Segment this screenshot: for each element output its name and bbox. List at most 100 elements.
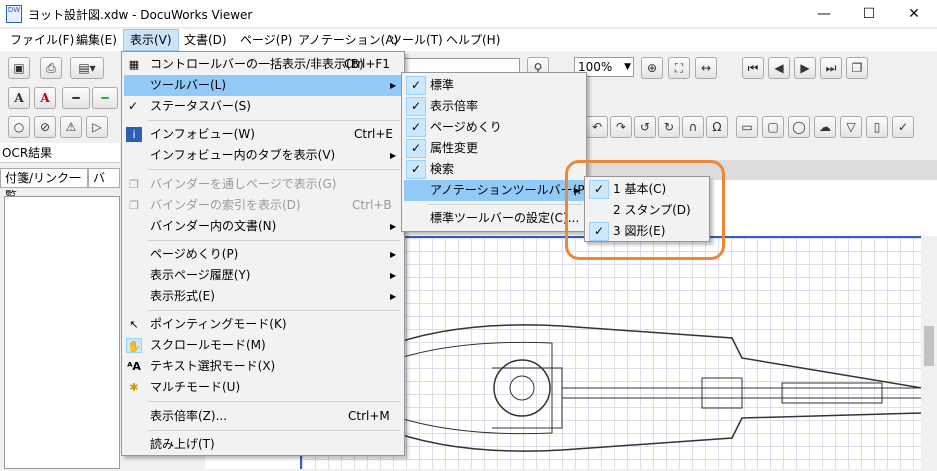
zoom-in-icon[interactable]: ⊕ bbox=[641, 57, 663, 79]
fit-page-icon[interactable]: ⛶ bbox=[668, 57, 690, 79]
u-turn-icon[interactable]: ↺ bbox=[634, 116, 656, 138]
menu-item-infoview[interactable]: i インフォビュー(W) Ctrl+E bbox=[124, 124, 402, 145]
menu-help[interactable]: ヘルプ(H) bbox=[440, 29, 506, 51]
menu-item-binder-pages[interactable]: ❒ バインダーを通しページで表示(G) bbox=[124, 174, 402, 195]
text-select-icon: ᴬA bbox=[127, 360, 141, 373]
tab-binder[interactable]: バイン bbox=[88, 168, 120, 188]
menu-separator bbox=[148, 240, 400, 241]
submenu-arrow-icon: ▶ bbox=[390, 292, 397, 301]
callout-rect-icon[interactable]: ▭ bbox=[736, 116, 758, 138]
menu-page[interactable]: ページ(P) bbox=[234, 29, 298, 51]
callout-cloud-icon[interactable]: ☁ bbox=[814, 116, 836, 138]
check-icon: ✓ bbox=[406, 97, 426, 116]
submenu-arrow-icon: ▶ bbox=[390, 271, 397, 280]
scrollbar-thumb[interactable] bbox=[924, 326, 934, 366]
menu-file[interactable]: ファイル(F) bbox=[4, 29, 80, 51]
line-style-icon[interactable]: ━ bbox=[62, 87, 90, 109]
title-bar: DW ヨット設計図.xdw - DocuWorks Viewer — ☐ ✕ bbox=[0, 0, 937, 28]
menu-separator bbox=[148, 430, 400, 431]
arch-icon[interactable]: ∩ bbox=[682, 116, 704, 138]
menu-item-control-bar[interactable]: ▦ コントロールバーの一括表示/非表示(B) Ctrl+F1 bbox=[124, 54, 402, 75]
check-icon: ✓ bbox=[406, 139, 426, 158]
curve-arrow-icon[interactable]: ↶ bbox=[586, 116, 608, 138]
copy-page-icon[interactable]: ❐ bbox=[846, 57, 868, 79]
warning-icon[interactable]: ⚠ bbox=[60, 116, 82, 138]
maximize-button[interactable]: ☐ bbox=[846, 0, 892, 28]
save-icon[interactable]: ▣ bbox=[8, 57, 30, 79]
menu-item-pointing-mode[interactable]: ↖ ポインティングモード(K) bbox=[124, 314, 402, 335]
page-icon[interactable]: ▤▾ bbox=[70, 57, 104, 79]
menu-separator bbox=[148, 310, 400, 311]
submenu-item-annotation-toolbar[interactable]: アノテーションツールバー(P) ▶ bbox=[404, 180, 589, 201]
menu-item-infoview-tabs[interactable]: インフォビュー内のタブを表示(V) ▶ bbox=[124, 145, 402, 166]
menu-item-zoom[interactable]: 表示倍率(Z)... Ctrl+M bbox=[124, 406, 402, 427]
app-icon: DW bbox=[6, 5, 22, 23]
menu-document[interactable]: 文書(D) bbox=[178, 29, 233, 51]
pane-title: OCR結果 bbox=[0, 143, 120, 163]
curve-arrow-right-icon[interactable]: ↷ bbox=[610, 116, 632, 138]
submenu-arrow-icon: ▶ bbox=[390, 250, 397, 259]
check-icon: ✓ bbox=[128, 99, 139, 113]
pane-list[interactable] bbox=[4, 196, 120, 469]
submenu-item-attribute[interactable]: ✓ 属性変更 bbox=[404, 138, 584, 159]
menu-item-binder-index[interactable]: ❒ バインダーの索引を表示(D) Ctrl+B bbox=[124, 195, 402, 216]
submenu-item-search[interactable]: ✓ 検索 bbox=[404, 159, 584, 180]
callout-down-icon[interactable]: ▽ bbox=[840, 116, 862, 138]
attribute-toolbar: A A ━ ━ bbox=[0, 84, 120, 114]
pointer-icon: ↖ bbox=[129, 318, 139, 331]
menu-item-text-select-mode[interactable]: ᴬA テキスト選択モード(X) bbox=[124, 356, 402, 377]
text-color-black-icon[interactable]: A bbox=[8, 87, 30, 109]
no-icon[interactable]: ⊘ bbox=[34, 116, 56, 138]
check-icon: ✓ bbox=[406, 160, 426, 179]
next-page-icon[interactable]: ▶ bbox=[794, 57, 816, 79]
u-turn-right-icon[interactable]: ↻ bbox=[658, 116, 680, 138]
menu-item-status-bar[interactable]: ✓ ステータスバー(S) bbox=[124, 96, 402, 117]
callout-round-icon[interactable]: ▢ bbox=[762, 116, 784, 138]
fit-width-icon[interactable]: ↔ bbox=[695, 57, 717, 79]
minimize-button[interactable]: — bbox=[801, 0, 847, 28]
submenu-item-zoom[interactable]: ✓ 表示倍率 bbox=[404, 96, 584, 117]
menu-separator bbox=[148, 169, 400, 170]
menu-item-page-history[interactable]: 表示ページ履歴(Y) ▶ bbox=[124, 265, 402, 286]
hand-icon: ✋ bbox=[126, 338, 142, 353]
circle-icon[interactable]: ○ bbox=[8, 116, 30, 138]
menu-item-multi-mode[interactable]: ✱ マルチモード(U) bbox=[124, 377, 402, 398]
menu-item-read-aloud[interactable]: 読み上げ(T) bbox=[124, 434, 402, 455]
highlight-callout bbox=[565, 160, 725, 260]
chevron-down-icon: ▼ bbox=[624, 62, 631, 72]
binder-pages-icon: ❒ bbox=[129, 178, 139, 191]
callout-oval-icon[interactable]: ◯ bbox=[788, 116, 810, 138]
submenu-arrow-icon: ▶ bbox=[390, 151, 397, 160]
binder-index-icon: ❒ bbox=[129, 199, 139, 212]
submenu-item-standard[interactable]: ✓ 標準 bbox=[404, 75, 584, 96]
multi-mode-icon: ✱ bbox=[129, 381, 139, 394]
submenu-item-toolbar-settings[interactable]: 標準ツールバーの設定(C)... bbox=[404, 208, 584, 229]
submenu-arrow-icon: ▶ bbox=[390, 222, 397, 231]
check-icon: ✓ bbox=[406, 118, 426, 137]
last-page-icon[interactable]: ⏭ bbox=[820, 57, 842, 79]
menu-item-page-turn[interactable]: ページめくり(P) ▶ bbox=[124, 244, 402, 265]
checkmark-icon[interactable]: ✓ bbox=[892, 116, 914, 138]
menu-bar: ファイル(F) 編集(E) 表示(V) 文書(D) ページ(P) アノテーション… bbox=[0, 29, 937, 51]
tab-annotation-list[interactable]: 付箋/リンク一覧 bbox=[0, 168, 88, 203]
menu-item-binder-docs[interactable]: バインダー内の文書(N) ▶ bbox=[124, 216, 402, 237]
print-icon[interactable]: ⎙ bbox=[40, 57, 62, 79]
note-icon[interactable]: ▯ bbox=[866, 116, 888, 138]
submenu-item-page-turn[interactable]: ✓ ページめくり bbox=[404, 117, 584, 138]
menu-item-scroll-mode[interactable]: ✋ スクロールモード(M) bbox=[124, 335, 402, 356]
vertical-scrollbar[interactable] bbox=[921, 236, 937, 469]
arch-loop-icon[interactable]: Ω bbox=[706, 116, 728, 138]
menu-item-toolbar[interactable]: ツールバー(L) ▶ bbox=[124, 75, 402, 96]
infoview-icon: i bbox=[126, 127, 142, 142]
menu-tools[interactable]: ツール(T) bbox=[384, 29, 449, 51]
line-color-icon[interactable]: ━ bbox=[92, 87, 118, 109]
first-page-icon[interactable]: ⏮ bbox=[742, 57, 764, 79]
menu-view[interactable]: 表示(V) bbox=[123, 29, 179, 51]
text-color-red-icon[interactable]: A bbox=[34, 87, 56, 109]
prev-page-icon[interactable]: ◀ bbox=[768, 57, 790, 79]
menu-item-display-format[interactable]: 表示形式(E) ▶ bbox=[124, 286, 402, 307]
menu-edit[interactable]: 編集(E) bbox=[70, 29, 123, 51]
triangle-icon[interactable]: ▷ bbox=[86, 116, 108, 138]
close-button[interactable]: ✕ bbox=[891, 0, 937, 28]
view-menu: ▦ コントロールバーの一括表示/非表示(B) Ctrl+F1 ツールバー(L) ▶ ✓… bbox=[121, 51, 405, 456]
